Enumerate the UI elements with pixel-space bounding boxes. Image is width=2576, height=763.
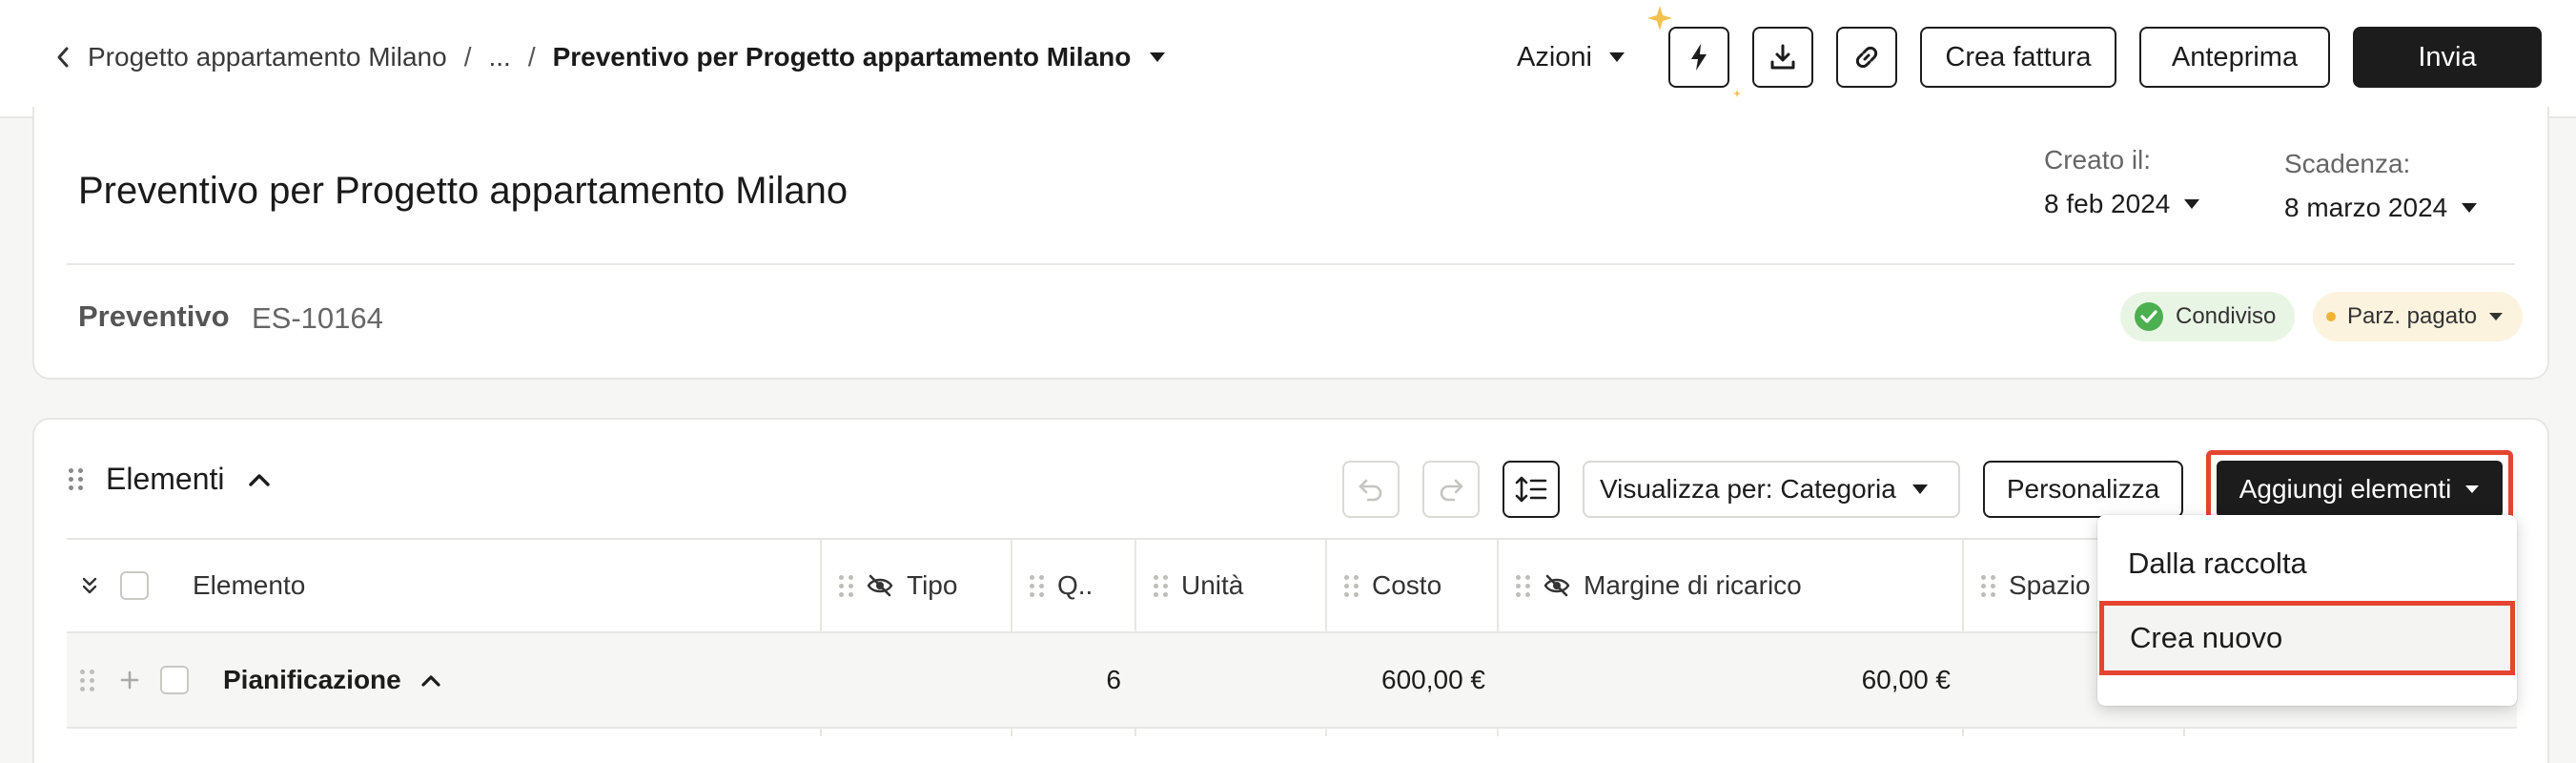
sparkle-dot-icon — [1733, 90, 1741, 97]
lightning-icon — [1689, 43, 1708, 72]
redo-icon — [1437, 477, 1465, 502]
column-header-element[interactable]: Elemento — [193, 540, 305, 631]
column-label-markup: Margine di ricarico — [1584, 570, 1802, 600]
column-header-cost[interactable]: Costo — [1344, 540, 1441, 631]
column-header-type[interactable]: Tipo — [839, 540, 957, 631]
created-label: Creato il: — [2044, 145, 2152, 175]
redo-button[interactable] — [1422, 461, 1480, 518]
drag-handle-icon[interactable] — [1981, 574, 1995, 597]
actions-label: Azioni — [1517, 41, 1592, 72]
breadcrumb-current[interactable]: Preventivo per Progetto appartamento Mil… — [553, 42, 1132, 72]
undo-icon — [1357, 477, 1385, 502]
row-checkbox[interactable] — [160, 633, 189, 727]
actions-menu[interactable]: Azioni — [1517, 42, 1626, 73]
caret-down-icon — [1912, 484, 1929, 495]
menu-item-create-new[interactable]: Crea nuovo — [2099, 601, 2515, 675]
sparkle-icon — [1646, 4, 1674, 32]
items-section-header: Elementi — [69, 462, 271, 497]
preview-button[interactable]: Anteprima — [2139, 27, 2330, 88]
header-actions: Azioni Crea fattura Anteprima Invia — [1517, 6, 2542, 97]
created-date-field: Creato il: 8 feb 2024 — [2044, 145, 2200, 219]
eye-off-icon[interactable] — [867, 574, 893, 597]
chevron-up-icon[interactable] — [420, 673, 441, 687]
drag-handle-icon[interactable] — [839, 574, 853, 597]
customize-button[interactable]: Personalizza — [1983, 461, 2183, 518]
drag-handle-icon[interactable] — [1030, 574, 1044, 597]
column-label-unit: Unità — [1181, 570, 1244, 600]
expand-all-icon[interactable] — [80, 540, 99, 631]
add-items-menu: Dalla raccolta Crea nuovo — [2097, 515, 2517, 706]
menu-item-from-collection[interactable]: Dalla raccolta — [2097, 526, 2517, 601]
caret-down-icon — [1607, 51, 1626, 64]
chevron-up-icon[interactable] — [248, 472, 271, 487]
column-label-type: Tipo — [907, 570, 958, 600]
column-header-space[interactable]: Spazio — [1981, 540, 2091, 631]
download-button[interactable] — [1752, 27, 1813, 88]
add-items-button[interactable]: Aggiungi elementi — [2217, 461, 2503, 518]
due-date-value: 8 marzo 2024 — [2284, 193, 2448, 222]
row-drag-handle-icon[interactable] — [80, 633, 94, 727]
document-number[interactable]: ES-10164 — [252, 301, 383, 336]
back-chevron-icon[interactable] — [55, 46, 71, 69]
divider — [67, 263, 2515, 265]
column-header-unit[interactable]: Unità — [1154, 540, 1243, 631]
status-dot-icon — [2326, 312, 2336, 321]
add-items-label: Aggiungi elementi — [2239, 474, 2452, 504]
created-date-value: 8 feb 2024 — [2044, 189, 2171, 218]
status-payment-label: Parz. pagato — [2347, 303, 2478, 329]
breadcrumb-parent-link[interactable]: Progetto appartamento Milano — [88, 42, 447, 72]
column-header-markup[interactable]: Margine di ricarico — [1516, 540, 1802, 631]
add-row-icon[interactable] — [120, 633, 139, 727]
line-spacing-icon — [1515, 475, 1547, 504]
due-date-picker[interactable]: 8 marzo 2024 — [2284, 193, 2478, 223]
caret-down-icon — [2464, 485, 2480, 494]
column-label-qty: Q.. — [1057, 570, 1094, 600]
copy-link-button[interactable] — [1836, 27, 1897, 88]
view-by-select[interactable]: Visualizza per: Categoria — [1583, 461, 1960, 518]
document-type: Preventivo — [78, 299, 230, 333]
status-badge-payment[interactable]: Parz. pagato — [2313, 292, 2524, 341]
due-date-field: Scadenza: 8 marzo 2024 — [2284, 149, 2478, 223]
items-title: Elementi — [106, 462, 225, 496]
caret-down-icon — [2461, 202, 2478, 214]
drag-handle-icon[interactable] — [69, 468, 83, 490]
check-circle-icon — [2134, 301, 2164, 332]
status-badge-shared[interactable]: Condiviso — [2120, 292, 2296, 341]
document-title[interactable]: Preventivo per Progetto appartamento Mil… — [78, 170, 848, 213]
caret-down-icon — [2488, 312, 2504, 321]
drag-handle-icon[interactable] — [1344, 574, 1359, 597]
drag-handle-icon[interactable] — [1516, 574, 1530, 597]
document-header-card: Preventivo per Progetto appartamento Mil… — [32, 107, 2549, 380]
undo-button[interactable] — [1342, 461, 1400, 518]
view-by-value: Visualizza per: Categoria — [1600, 474, 1896, 504]
due-label: Scadenza: — [2284, 149, 2411, 178]
caret-down-icon[interactable] — [1148, 51, 1167, 64]
breadcrumb-ellipsis[interactable]: ... — [488, 42, 510, 72]
line-spacing-button[interactable] — [1503, 461, 1560, 518]
row-qty: 6 — [1106, 665, 1121, 694]
link-icon — [1852, 43, 1881, 72]
column-label-space: Spazio — [2009, 570, 2091, 600]
row-cost: 600,00 € — [1381, 665, 1485, 694]
status-shared-label: Condiviso — [2176, 303, 2277, 329]
send-button[interactable]: Invia — [2353, 27, 2542, 88]
create-invoice-button[interactable]: Crea fattura — [1920, 27, 2116, 88]
download-icon — [1768, 43, 1797, 72]
column-label-cost: Costo — [1372, 570, 1442, 600]
caret-down-icon — [2183, 198, 2200, 210]
breadcrumb-separator: / — [463, 42, 472, 72]
row-category-name[interactable]: Pianificazione — [223, 633, 441, 727]
breadcrumb: Progetto appartamento Milano / ... / Pre… — [55, 38, 1167, 76]
row-markup: 60,00 € — [1861, 665, 1951, 694]
column-header-qty[interactable]: Q.. — [1030, 540, 1093, 631]
select-all-checkbox[interactable] — [120, 540, 149, 631]
category-label: Pianificazione — [223, 665, 401, 694]
created-date-picker[interactable]: 8 feb 2024 — [2044, 189, 2200, 219]
drag-handle-icon[interactable] — [1154, 574, 1168, 597]
automation-button[interactable] — [1647, 6, 1741, 97]
eye-off-icon[interactable] — [1544, 574, 1570, 597]
breadcrumb-separator: / — [527, 42, 536, 72]
top-bar: Progetto appartamento Milano / ... / Pre… — [0, 0, 2576, 118]
